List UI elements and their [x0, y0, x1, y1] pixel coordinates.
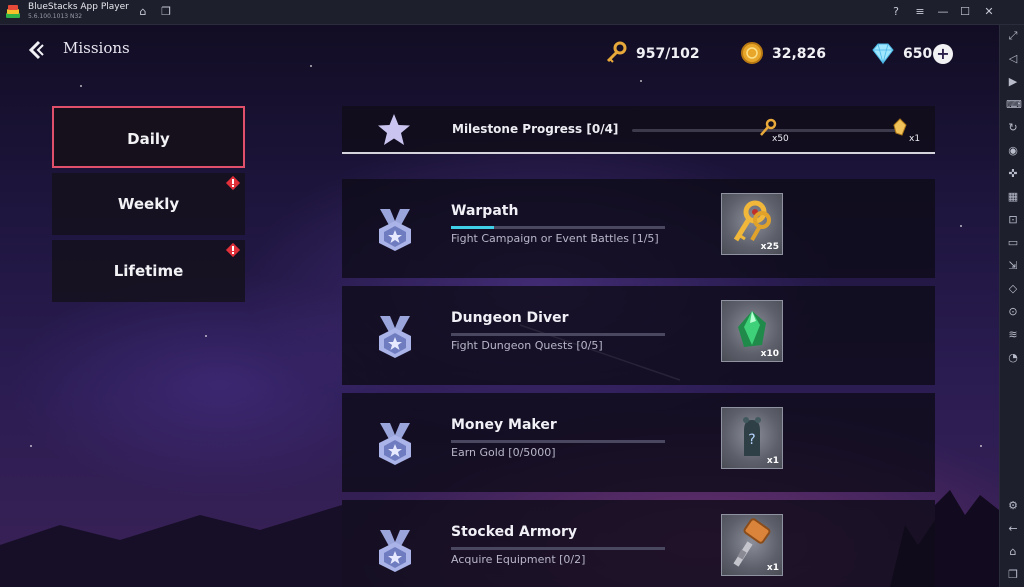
alert-icon [225, 175, 241, 191]
screenshot-icon[interactable]: ⊡ [1006, 213, 1020, 227]
keyboard-icon[interactable]: ⌨ [1006, 98, 1022, 112]
milestone-label: Milestone Progress [0/4] [452, 122, 619, 136]
mission-reward[interactable]: x10 [721, 300, 783, 362]
mission-title: Warpath [451, 203, 519, 219]
mission-description: Fight Campaign or Event Battles [1/5] [451, 232, 659, 245]
window-titlebar: BlueStacks App Player 5.6.100.1013 N32 ⌂… [0, 0, 1024, 25]
folder-icon[interactable]: ▭ [1006, 236, 1020, 250]
home-nav-icon[interactable]: ⌂ [1006, 545, 1020, 559]
help-icon[interactable]: ? [890, 6, 902, 18]
tab-lifetime[interactable]: Lifetime [52, 240, 245, 302]
tab-daily[interactable]: Daily [52, 106, 245, 168]
mission-reward[interactable]: x1 [721, 514, 783, 576]
medal-icon [379, 530, 411, 572]
gems-value: 650 [903, 46, 933, 62]
gold-coin-icon [741, 42, 763, 64]
keys-value: 957/102 [636, 46, 700, 62]
media-icon[interactable]: ▶ [1006, 75, 1020, 89]
svg-text:?: ? [748, 432, 755, 448]
mission-description: Acquire Equipment [0/2] [451, 553, 586, 566]
mission-row[interactable]: Stocked Armory Acquire Equipment [0/2] x… [342, 500, 935, 587]
tab-label: Weekly [117, 195, 180, 213]
mission-progress-bar [451, 440, 665, 443]
medal-icon [379, 316, 411, 358]
fullscreen-icon[interactable]: ⤢ [1006, 29, 1020, 43]
mission-reward[interactable]: ? x1 [721, 407, 783, 469]
key-icon [606, 41, 627, 63]
milestone-crystal-icon[interactable] [892, 118, 908, 136]
mission-progress-bar [451, 547, 665, 550]
mission-title: Dungeon Diver [451, 310, 569, 326]
mission-progress-bar [451, 226, 665, 229]
eco-mode-icon[interactable]: ◔ [1006, 351, 1020, 365]
bluestacks-sidebar: ⤢ ◁ ▶ ⌨ ↻ ◉ ✜ ▦ ⊡ ▭ ⇲ ◇ ⊙ ≋ ◔ ⚙ ← ⌂ ❐ [999, 25, 1024, 587]
back-arrow-icon[interactable] [26, 39, 48, 61]
multi-instance-icon[interactable]: ❐ [160, 6, 172, 18]
page-title: Missions [63, 39, 130, 57]
back-nav-icon[interactable]: ← [1006, 522, 1020, 536]
mission-title: Stocked Armory [451, 524, 577, 540]
maximize-icon[interactable]: ☐ [959, 6, 971, 18]
apk-icon[interactable]: ▦ [1006, 190, 1020, 204]
medal-icon [379, 209, 411, 251]
tab-label: Lifetime [113, 262, 184, 280]
mission-title: Money Maker [451, 417, 557, 433]
resize-icon[interactable]: ⇲ [1006, 259, 1020, 273]
volume-icon[interactable]: ◁ [1006, 52, 1020, 66]
mission-progress-fill [451, 226, 494, 229]
recent-apps-icon[interactable]: ❐ [1006, 568, 1020, 582]
add-gems-plus-icon[interactable]: + [933, 44, 953, 64]
gamepad-icon[interactable]: ✜ [1006, 167, 1020, 181]
tab-label: Daily [127, 130, 170, 148]
diamond-icon [872, 43, 894, 65]
mission-reward[interactable]: x25 [721, 193, 783, 255]
reward-quantity: x10 [760, 349, 779, 359]
reward-quantity: x1 [766, 456, 779, 466]
erase-icon[interactable]: ◇ [1006, 282, 1020, 296]
mission-progress-bar [451, 333, 665, 336]
mission-description: Fight Dungeon Quests [0/5] [451, 339, 603, 352]
milestone-reward-qty: x1 [909, 134, 921, 144]
tab-weekly[interactable]: Weekly [52, 173, 245, 235]
app-title: BlueStacks App Player [28, 2, 129, 12]
milestone-reward-qty: x50 [772, 134, 789, 144]
milestone-star-icon [378, 114, 410, 145]
app-version: 5.6.100.1013 N32 [28, 13, 83, 20]
minimize-icon[interactable]: — [937, 6, 949, 18]
milestone-divider [342, 152, 935, 154]
reward-quantity: x1 [766, 563, 779, 573]
milestone-panel: Milestone Progress [0/4] x50 x1 [342, 106, 935, 154]
mission-description: Earn Gold [0/5000] [451, 446, 556, 459]
record-icon[interactable]: ◉ [1006, 144, 1020, 158]
menu-icon[interactable]: ≡ [914, 6, 926, 18]
settings-icon[interactable]: ⚙ [1006, 499, 1020, 513]
layers-icon[interactable]: ≋ [1006, 328, 1020, 342]
close-icon[interactable]: ✕ [983, 6, 995, 18]
medal-icon [379, 423, 411, 465]
game-screen: Missions 957/102 32,826 650 + Daily Week… [0, 25, 999, 587]
mission-row[interactable]: Warpath Fight Campaign or Event Battles … [342, 179, 935, 278]
home-icon[interactable]: ⌂ [137, 6, 149, 18]
reward-quantity: x25 [760, 242, 779, 252]
bluestacks-logo-icon [6, 5, 20, 18]
location-icon[interactable]: ⊙ [1006, 305, 1020, 319]
mission-row[interactable]: Money Maker Earn Gold [0/5000] ? x1 [342, 393, 935, 492]
mission-row[interactable]: Dungeon Diver Fight Dungeon Quests [0/5]… [342, 286, 935, 385]
alert-icon [225, 242, 241, 258]
rotate-icon[interactable]: ↻ [1006, 121, 1020, 135]
gold-value: 32,826 [772, 46, 827, 62]
